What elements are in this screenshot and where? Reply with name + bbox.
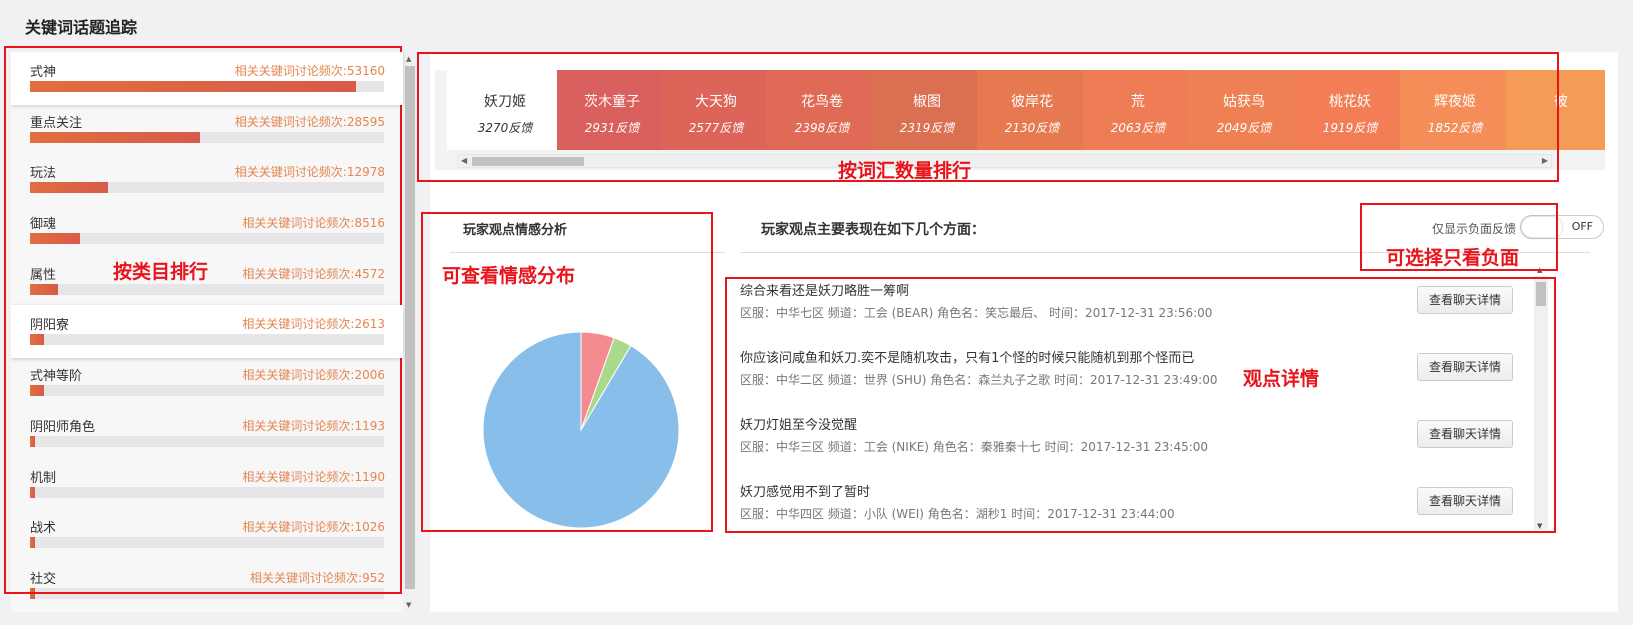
page-title: 关键词话题追踪 [25, 18, 138, 37]
category-bar-track [30, 81, 384, 92]
category-item[interactable]: 式神 相关关键词讨论频次:53160 [11, 52, 403, 105]
toggle-state: OFF [1571, 220, 1593, 233]
category-name: 阴阳寮 [30, 318, 70, 333]
scroll-down-arrow-icon[interactable]: ▼ [406, 601, 411, 609]
annotation-by-category: 按类目排行 [113, 261, 209, 283]
category-count: 相关关键词讨论频次:2613 [242, 317, 385, 331]
annotation-sentiment-view: 可查看情感分布 [442, 265, 576, 287]
scroll-up-arrow-icon[interactable]: ▲ [406, 55, 411, 63]
annotation-box-sentiment [421, 212, 713, 532]
category-bar-track [30, 334, 384, 345]
category-bar-fill [30, 81, 356, 92]
aspects-title: 玩家观点主要表现在如下几个方面： [761, 222, 985, 238]
category-count: 相关关键词讨论频次:53160 [234, 64, 385, 78]
annotation-by-volume: 按词汇数量排行 [838, 160, 972, 182]
annotation-box-opinions [725, 277, 1556, 533]
category-item[interactable]: 阴阳寮 相关关键词讨论频次:2613 [11, 305, 403, 358]
category-scrollbar[interactable]: ▲ ▼ [403, 52, 417, 612]
annotation-negative-only: 可选择只看负面 [1386, 247, 1520, 269]
annotation-box-tabs [417, 52, 1559, 182]
category-scroll-thumb[interactable] [405, 66, 415, 589]
category-name: 式神 [30, 65, 57, 80]
category-bar-fill [30, 334, 45, 345]
annotation-opinion-detail: 观点详情 [1243, 368, 1320, 390]
